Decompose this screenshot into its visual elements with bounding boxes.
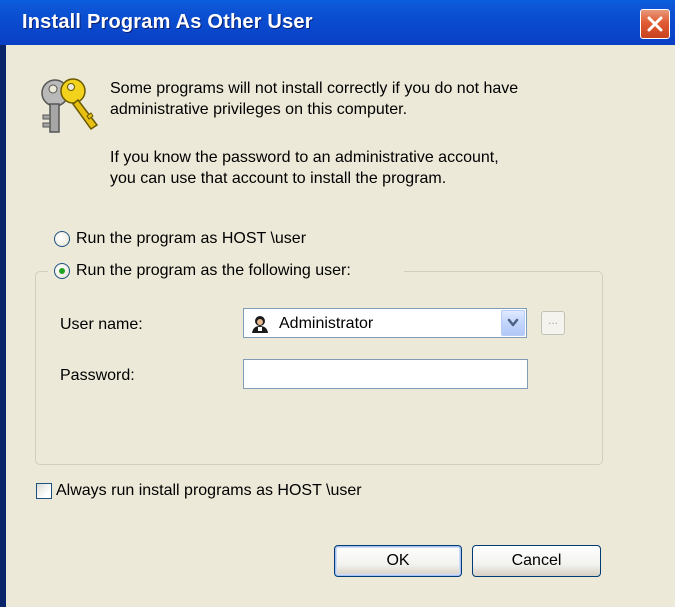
radio-current-user-label: Run the program as HOST \user: [76, 230, 307, 247]
user-icon: [252, 316, 268, 333]
info-line-3: If you know the password to an administr…: [110, 149, 499, 166]
chevron-down-icon: [507, 318, 519, 327]
info-line-1: Some programs will not install correctly…: [110, 80, 519, 97]
always-run-checkbox[interactable]: [36, 483, 52, 499]
keys-icon: [41, 78, 99, 133]
info-line-2: administrative privileges on this comput…: [110, 101, 408, 118]
dialog-body: Some programs will not install correctly…: [6, 45, 675, 607]
username-value: Administrator: [279, 315, 374, 332]
always-run-label: Always run install programs as HOST \use…: [56, 482, 362, 499]
password-field[interactable]: [243, 359, 528, 389]
radio-following-user-label: Run the program as the following user:: [76, 262, 351, 279]
browse-users-button[interactable]: ...: [541, 311, 565, 335]
dialog-window: Install Program As Other User Some progr…: [0, 0, 675, 607]
radio-following-user-option[interactable]: Run the program as the following user:: [54, 262, 351, 280]
title-bar[interactable]: Install Program As Other User: [0, 0, 675, 45]
radio-current-user[interactable]: [54, 231, 70, 247]
username-combobox[interactable]: Administrator: [243, 308, 527, 338]
close-icon: [647, 16, 663, 32]
username-label: User name:: [60, 316, 143, 333]
window-title: Install Program As Other User: [22, 11, 313, 33]
username-dropdown-button[interactable]: [501, 310, 525, 336]
always-run-option[interactable]: Always run install programs as HOST \use…: [36, 482, 362, 500]
ok-button[interactable]: OK: [334, 545, 462, 577]
close-button[interactable]: [640, 9, 670, 39]
info-line-4: you can use that account to install the …: [110, 170, 447, 187]
radio-following-user[interactable]: [54, 263, 70, 279]
radio-current-user-option[interactable]: Run the program as HOST \user: [54, 230, 306, 248]
cancel-button[interactable]: Cancel: [472, 545, 601, 577]
password-label: Password:: [60, 367, 135, 384]
